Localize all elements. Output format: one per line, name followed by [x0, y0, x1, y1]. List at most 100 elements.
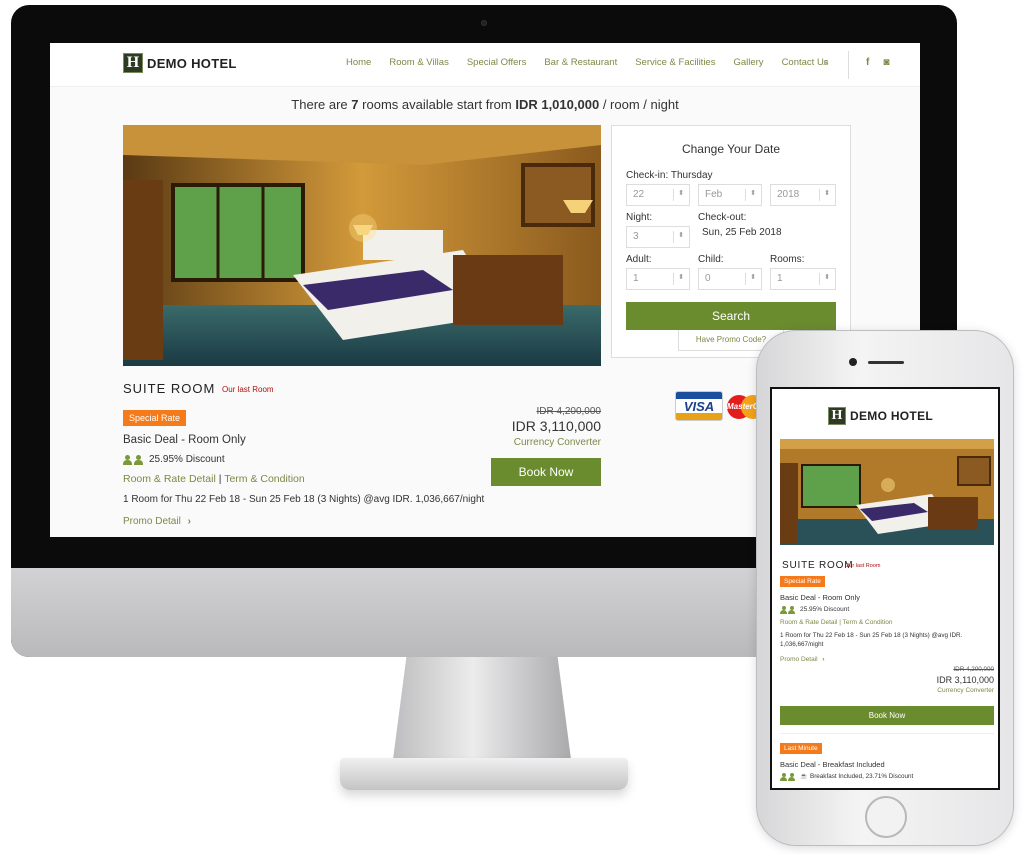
night-select[interactable]: 3 ⬍	[626, 226, 690, 248]
visa-card-icon: VISA	[675, 391, 723, 421]
discount-line: 25.95% Discount	[123, 454, 225, 465]
mobile-divider	[780, 733, 994, 734]
hotel-logo[interactable]: H DEMO HOTEL	[123, 53, 237, 73]
home-button[interactable]	[865, 796, 907, 838]
instagram-icon[interactable]: ◙	[883, 57, 889, 68]
checkin-month-select[interactable]: Feb ⬍	[698, 184, 762, 206]
special-rate-badge: Special Rate	[123, 410, 187, 426]
book-now-button[interactable]: Book Now	[491, 458, 601, 486]
logo-mark-icon: H	[828, 407, 846, 425]
checkin-year-select[interactable]: 2018 ⬍	[770, 184, 836, 206]
checkin-day-select[interactable]: 22 ⬍	[626, 184, 690, 206]
starting-price: IDR 1,010,000	[515, 97, 600, 112]
nav-special-offers[interactable]: Special Offers	[467, 57, 527, 68]
search-icon[interactable]: ⌕	[823, 57, 829, 68]
breakfast-icon: ☕	[800, 774, 808, 780]
room-title: SUITE ROOM	[123, 381, 216, 396]
rooms-label: Rooms:	[770, 254, 805, 265]
device-mockup: H DEMO HOTEL Home Room & Villas Special …	[0, 0, 1024, 854]
adult-select[interactable]: 1 ⬍	[626, 268, 690, 290]
checkin-year-value: 2018	[777, 189, 800, 200]
mobile-currency-converter-link[interactable]: Currency Converter	[912, 687, 994, 694]
search-button[interactable]: Search	[626, 302, 836, 330]
promo-detail-link[interactable]: Promo Detail ›	[123, 516, 191, 527]
checkout-label: Check-out:	[698, 212, 747, 223]
discounted-price: IDR 3,110,000	[511, 418, 601, 434]
room-rate-detail-link[interactable]: Room & Rate Detail	[123, 473, 216, 485]
logo-text: DEMO HOTEL	[147, 55, 237, 71]
nav-contact-us[interactable]: Contact Us	[782, 57, 829, 68]
guests-icon	[780, 773, 795, 781]
mobile-deal2-name: Basic Deal - Breakfast Included	[780, 760, 885, 769]
mobile-original-price: IDR 4,200,000	[953, 666, 994, 673]
facebook-icon[interactable]: f	[866, 57, 869, 68]
term-condition-link[interactable]: Term & Condition	[224, 473, 305, 485]
phone-frame: H DEMO HOTEL SUITE ROOM Our last Room Sp…	[756, 330, 1014, 846]
mobile-promo-detail-link[interactable]: Promo Detail ›	[780, 656, 825, 663]
chevron-right-icon: ›	[187, 516, 191, 527]
discount-text: 25.95% Discount	[149, 454, 225, 465]
rate-links: Room & Rate Detail | Term & Condition	[123, 473, 305, 485]
phone-camera	[849, 358, 857, 366]
adult-value: 1	[633, 273, 639, 284]
nav-divider	[848, 51, 849, 79]
mobile-stay-summary-line2: 1,036,667/night	[780, 641, 824, 648]
child-label: Child:	[698, 254, 724, 265]
mobile-special-rate-badge: Special Rate	[780, 576, 825, 587]
change-date-panel: Change Your Date Check-in: Thursday 22 ⬍…	[611, 125, 851, 358]
checkin-label: Check-in: Thursday	[626, 170, 713, 181]
mobile-discounted-price: IDR 3,110,000	[936, 675, 994, 685]
availability-middle: rooms available start from	[362, 97, 512, 112]
logo-mark-icon: H	[123, 53, 143, 73]
night-label: Night:	[626, 212, 653, 223]
nav-home[interactable]: Home	[346, 57, 371, 68]
chevron-right-icon: ›	[822, 656, 825, 663]
mobile-rate-links[interactable]: Room & Rate Detail | Term & Condition	[780, 619, 892, 626]
guests-icon	[123, 454, 143, 465]
mobile-discount2-text: Breakfast Included, 23.71% Discount	[810, 773, 914, 780]
mobile-screen: H DEMO HOTEL SUITE ROOM Our last Room Sp…	[770, 387, 1000, 790]
checkout-value: Sun, 25 Feb 2018	[702, 227, 782, 238]
mobile-book-now-button[interactable]: Book Now	[780, 706, 994, 725]
select-arrow-icon: ⬍	[750, 190, 756, 197]
nav-bar-restaurant[interactable]: Bar & Restaurant	[544, 57, 617, 68]
rooms-select[interactable]: 1 ⬍	[770, 268, 836, 290]
select-arrow-icon: ⬍	[750, 274, 756, 281]
guests-icon	[780, 606, 795, 614]
night-value: 3	[633, 231, 639, 242]
mobile-hotel-logo[interactable]: H DEMO HOTEL	[828, 407, 933, 425]
nav-gallery[interactable]: Gallery	[733, 57, 763, 68]
room-photo[interactable]	[123, 125, 601, 366]
site-header: H DEMO HOTEL Home Room & Villas Special …	[50, 43, 920, 87]
mobile-room-title: SUITE ROOM	[782, 560, 854, 571]
nav-service-facilities[interactable]: Service & Facilities	[635, 57, 715, 68]
select-arrow-icon: ⬍	[824, 274, 830, 281]
last-room-note: Our last Room	[222, 385, 274, 394]
nav-room-villas[interactable]: Room & Villas	[389, 57, 449, 68]
mobile-room-photo[interactable]	[780, 439, 994, 545]
link-separator: |	[218, 473, 222, 485]
last-minute-badge: Last Minute	[780, 743, 822, 754]
rooms-count: 7	[351, 97, 359, 112]
select-arrow-icon: ⬍	[824, 190, 830, 197]
mobile-deal-name: Basic Deal - Room Only	[780, 593, 861, 602]
social-links: f ◙	[866, 57, 889, 68]
checkin-month-value: Feb	[705, 189, 723, 200]
child-value: 0	[705, 273, 711, 284]
select-arrow-icon: ⬍	[678, 274, 684, 281]
checkin-day-value: 22	[633, 189, 645, 200]
mobile-last-room-note: Our last Room	[845, 563, 881, 569]
availability-prefix: There are	[291, 97, 348, 112]
phone-speaker	[868, 361, 904, 364]
currency-converter-link[interactable]: Currency Converter	[470, 437, 601, 448]
availability-banner: There are 7 rooms available start from I…	[50, 97, 920, 112]
imac-camera	[481, 20, 487, 26]
imac-stand	[392, 657, 572, 767]
main-nav: Home Room & Villas Special Offers Bar & …	[346, 57, 829, 68]
select-arrow-icon: ⬍	[678, 232, 684, 239]
mobile-discount-text: 25.95% Discount	[800, 606, 850, 613]
rooms-value: 1	[777, 273, 783, 284]
select-arrow-icon: ⬍	[678, 190, 684, 197]
child-select[interactable]: 0 ⬍	[698, 268, 762, 290]
deal-name: Basic Deal - Room Only	[123, 434, 246, 446]
